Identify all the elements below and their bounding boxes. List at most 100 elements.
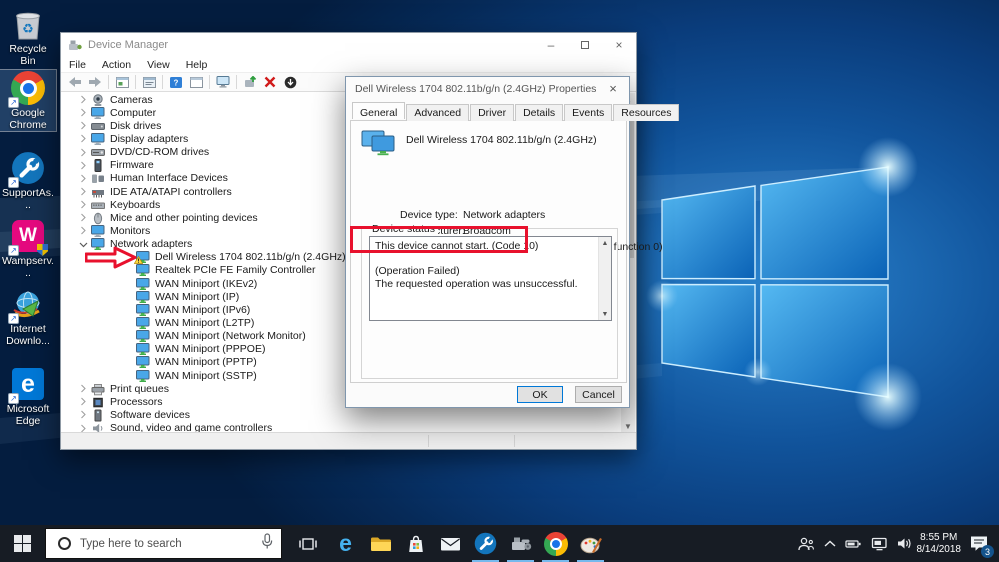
tree-item-label: WAN Miniport (L2TP) xyxy=(155,316,255,329)
maximize-button[interactable] xyxy=(568,33,602,57)
software-icon xyxy=(91,409,105,422)
shortcut-arrow-icon: ↗ xyxy=(8,245,19,256)
tree-item-label: Disk drives xyxy=(110,119,162,132)
network-icon[interactable] xyxy=(871,537,888,551)
network-adapter-icon xyxy=(136,290,150,303)
tree-item[interactable]: Software devices xyxy=(62,408,621,422)
taskbar-paint-icon[interactable] xyxy=(573,525,608,562)
network-adapter-icon xyxy=(136,356,150,369)
menu-file[interactable]: File xyxy=(61,59,94,71)
battery-icon[interactable] xyxy=(845,538,862,550)
toolbar-separator xyxy=(162,75,163,89)
chevron-right-icon[interactable] xyxy=(78,161,88,170)
tree-item-label: Processors xyxy=(110,395,163,408)
menu-view[interactable]: View xyxy=(139,59,178,71)
close-button[interactable]: × xyxy=(602,33,636,57)
tree-item-label: Computer xyxy=(110,106,157,119)
menu-action[interactable]: Action xyxy=(94,59,139,71)
chevron-right-icon[interactable] xyxy=(78,134,88,143)
volume-icon[interactable] xyxy=(897,537,913,550)
tree-item-label: WAN Miniport (IPv6) xyxy=(155,303,251,316)
forward-icon[interactable] xyxy=(86,74,104,90)
monitor-icon xyxy=(91,224,105,237)
console-icon[interactable] xyxy=(113,74,131,90)
toolbar-separator xyxy=(108,75,109,89)
chevron-up-icon[interactable] xyxy=(824,540,836,548)
search-input[interactable]: Type here to search xyxy=(45,528,282,559)
back-icon[interactable] xyxy=(66,74,84,90)
ide-controller-icon xyxy=(91,186,105,198)
firmware-icon xyxy=(91,159,105,173)
chevron-right-icon[interactable] xyxy=(78,226,88,235)
desktop-icon-recycle-bin[interactable]: ♻ Recycle Bin xyxy=(0,6,56,67)
minimize-button[interactable]: – xyxy=(534,33,568,57)
start-button[interactable] xyxy=(0,525,45,562)
tab-driver[interactable]: Driver xyxy=(470,104,515,121)
network-adapter-large-icon xyxy=(361,130,397,162)
chevron-right-icon[interactable] xyxy=(78,108,88,117)
dialog-titlebar[interactable]: Dell Wireless 1704 802.11b/g/n (2.4GHz) … xyxy=(346,77,629,100)
chevron-right-icon[interactable] xyxy=(78,410,88,419)
taskbar-edge-icon[interactable]: e xyxy=(328,525,363,562)
window-icon[interactable] xyxy=(187,74,205,90)
status-scroll-down-icon[interactable]: ▼ xyxy=(599,308,611,320)
microphone-icon[interactable] xyxy=(261,532,273,555)
chevron-right-icon[interactable] xyxy=(78,213,88,222)
desktop-icon-google-chrome[interactable]: ↗ Google Chrome xyxy=(0,69,57,132)
chevron-right-icon[interactable] xyxy=(78,200,88,209)
tree-item-label: Human Interface Devices xyxy=(110,172,228,185)
tab-general[interactable]: General xyxy=(352,102,406,119)
taskbar-supportassist-icon[interactable] xyxy=(468,525,503,562)
tab-events[interactable]: Events xyxy=(564,104,613,121)
taskbar-chrome-icon[interactable] xyxy=(538,525,573,562)
disable-device-icon[interactable] xyxy=(281,74,299,90)
tree-item-label: Cameras xyxy=(110,93,153,106)
help-icon[interactable]: ? xyxy=(167,74,185,90)
chevron-right-icon[interactable] xyxy=(78,174,88,183)
taskbar-task-view-icon[interactable] xyxy=(290,525,325,562)
scan-hardware-icon[interactable] xyxy=(214,74,232,90)
status-scrollbar[interactable]: ▲ ▼ xyxy=(598,237,611,320)
taskbar-store-icon[interactable] xyxy=(398,525,433,562)
device-manager-titlebar[interactable]: Device Manager – × xyxy=(61,33,636,57)
menu-help[interactable]: Help xyxy=(178,59,216,71)
mouse-icon xyxy=(91,212,105,225)
people-icon[interactable] xyxy=(797,536,815,552)
taskbar-mail-icon[interactable] xyxy=(433,525,468,562)
camera-icon xyxy=(91,93,105,106)
chevron-right-icon[interactable] xyxy=(78,397,88,406)
toolbar-separator xyxy=(236,75,237,89)
tree-item-label: DVD/CD-ROM drives xyxy=(110,146,210,159)
chevron-right-icon[interactable] xyxy=(78,384,88,393)
tab-advanced[interactable]: Advanced xyxy=(406,104,470,121)
desktop-icon-supportassist[interactable]: ↗ SupportAs... xyxy=(0,150,56,211)
desktop-icon-label: Recycle Bin xyxy=(9,43,47,67)
dialog-title: Dell Wireless 1704 802.11b/g/n (2.4GHz) … xyxy=(355,82,597,95)
action-center-button[interactable]: 3 xyxy=(963,525,995,562)
chevron-right-icon[interactable] xyxy=(78,95,88,104)
dialog-close-icon[interactable]: × xyxy=(597,77,629,100)
update-driver-icon[interactable] xyxy=(241,74,259,90)
chevron-right-icon[interactable] xyxy=(78,187,88,196)
tab-details[interactable]: Details xyxy=(515,104,564,121)
ok-button[interactable]: OK xyxy=(517,386,563,403)
uninstall-icon[interactable] xyxy=(261,74,279,90)
field-value: Network adapters xyxy=(463,209,546,221)
status-scroll-up-icon[interactable]: ▲ xyxy=(599,237,611,249)
properties-icon[interactable] xyxy=(140,74,158,90)
desktop-icon-internet-download-manager[interactable]: ↗ Internet Downlo... xyxy=(0,286,56,347)
taskbar-clock[interactable]: 8:55 PM 8/14/2018 xyxy=(917,525,962,562)
taskbar-file-explorer-icon[interactable] xyxy=(363,525,398,562)
taskbar-device-manager-icon[interactable] xyxy=(503,525,538,562)
desktop-icon-wampserver[interactable]: W ↗ Wampserv... xyxy=(0,218,56,279)
cancel-button[interactable]: Cancel xyxy=(575,386,622,403)
tree-item-label: WAN Miniport (Network Monitor) xyxy=(155,330,306,343)
desktop-icon-microsoft-edge[interactable]: e ↗ Microsoft Edge xyxy=(0,366,56,427)
chevron-right-icon[interactable] xyxy=(78,148,88,157)
chevron-right-icon[interactable] xyxy=(78,121,88,130)
tab-resources[interactable]: Resources xyxy=(613,104,680,121)
network-adapter-icon xyxy=(136,330,150,343)
processor-icon xyxy=(91,396,105,408)
dvd-drive-icon xyxy=(91,146,105,158)
red-highlight-rectangle xyxy=(350,226,528,253)
